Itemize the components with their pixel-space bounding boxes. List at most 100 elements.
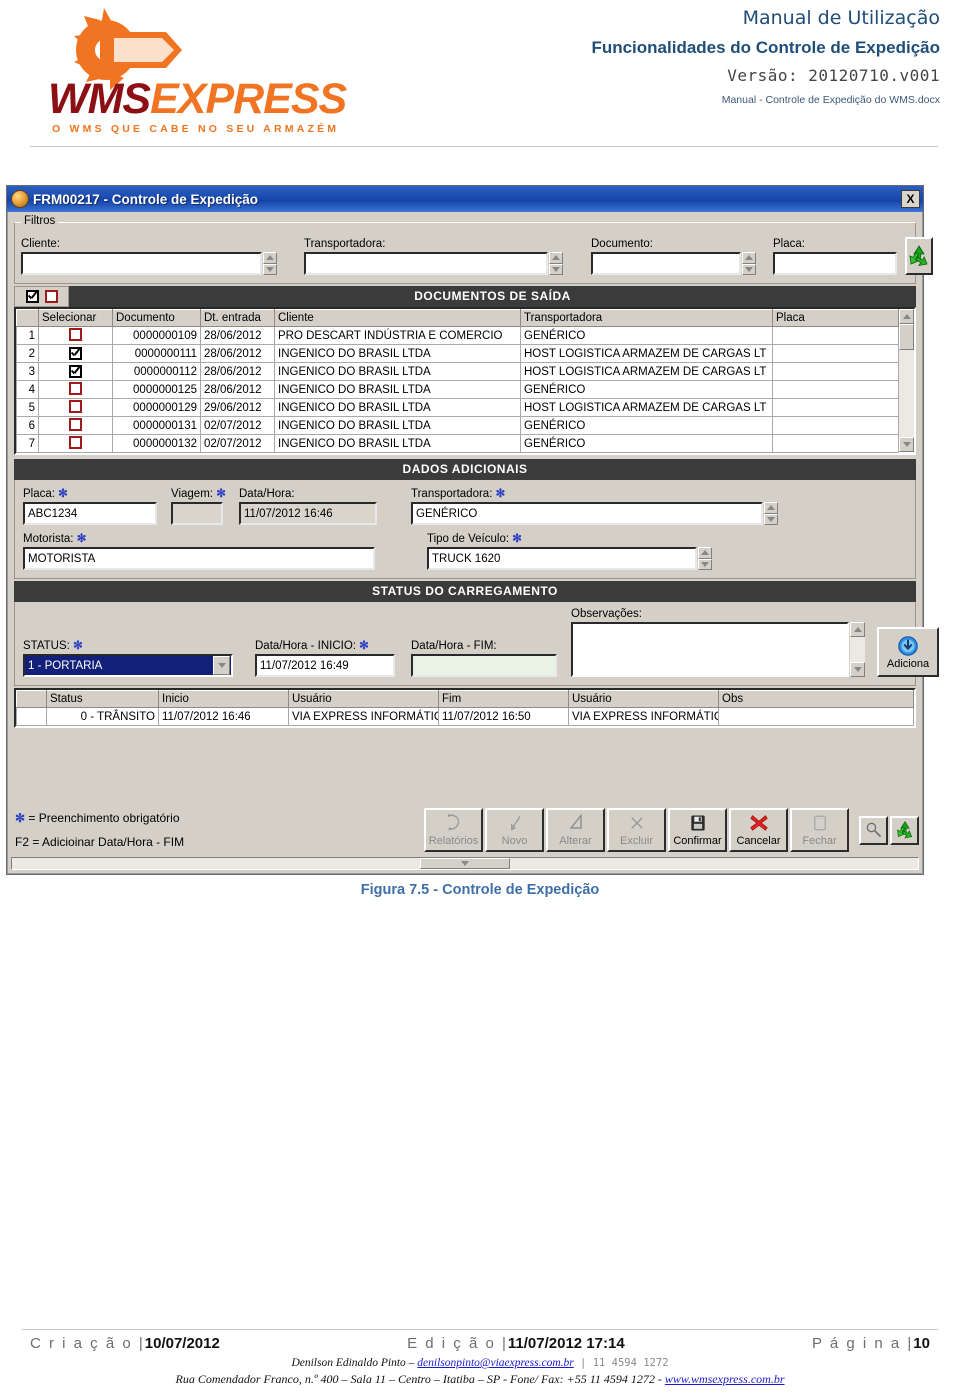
field-placa-input[interactable]: ABC1234 [23, 502, 157, 525]
field-tipo-veiculo-input[interactable]: TRUCK 1620 [427, 547, 697, 570]
row-select-checkbox[interactable] [69, 346, 82, 360]
cell-cliente: INGENICO DO BRASIL LTDA [274, 362, 521, 381]
filter-transportadora-spinner[interactable] [549, 252, 563, 275]
contact-email-link[interactable]: denilsonpinto@viaexpress.com.br [417, 1357, 573, 1369]
table-row[interactable]: 6 0000000131 02/07/2012 INGENICO DO BRASIL … [16, 416, 900, 435]
scroll-track[interactable] [850, 637, 865, 662]
filter-documento-spinner[interactable] [742, 252, 756, 275]
row-select-checkbox[interactable] [69, 364, 82, 378]
scroll-up-icon[interactable] [899, 309, 914, 324]
observacoes-vscrollbar[interactable] [850, 622, 865, 677]
scroll-down-icon[interactable] [899, 437, 914, 452]
download-arrow-icon [898, 635, 918, 656]
hscroll-thumb[interactable] [420, 858, 510, 869]
confirmar-button[interactable]: Confirmar [668, 808, 727, 852]
field-tipo-veiculo: Tipo de Veículo: ✻ TRUCK 1620 [427, 531, 717, 570]
col-rownum [16, 309, 39, 327]
scroll-up-icon[interactable] [850, 622, 865, 637]
field-transportadora-input[interactable]: GENÉRICO [411, 502, 763, 525]
excluir-button[interactable]: Excluir [607, 808, 666, 852]
toolbar-refresh-button[interactable] [890, 815, 919, 845]
table-row[interactable]: 0 - TRÂNSITO 11/07/2012 16:46 VIA EXPRESS … [16, 707, 914, 726]
row-select-checkbox[interactable] [69, 417, 82, 431]
magnifier-icon [866, 822, 881, 838]
scroll-track[interactable] [899, 324, 914, 437]
row-select-cell[interactable] [38, 416, 113, 435]
close-icon[interactable]: X [901, 190, 920, 208]
edicao-label: E d i ç ã o | [407, 1335, 508, 1352]
table-row[interactable]: 1 0000000109 28/06/2012 PRO DESCART INDÚSTR… [16, 326, 900, 345]
cancelar-button[interactable]: Cancelar [729, 808, 788, 852]
scroll-thumb[interactable] [899, 324, 914, 350]
filter-documento-input[interactable] [591, 252, 741, 275]
field-viagem-input[interactable] [171, 502, 223, 525]
cell-placa [771, 434, 900, 453]
field-tipo-veiculo-spinner[interactable] [698, 547, 712, 570]
col-dt-entrada[interactable]: Dt. entrada [200, 309, 275, 327]
document-footer: C r i a ç ã o |10/07/2012 E d i ç ã o |1… [0, 1329, 960, 1387]
field-status-combobox[interactable]: 1 - PORTARIA [23, 654, 233, 677]
window-hscrollbar[interactable] [11, 857, 919, 870]
table-row[interactable]: 5 0000000129 29/06/2012 INGENICO DO BRASIL … [16, 398, 900, 417]
adiciona-button[interactable]: Adiciona [877, 627, 939, 677]
hcol-status[interactable]: Status [46, 690, 159, 708]
hcol-fim[interactable]: Fim [438, 690, 569, 708]
row-marker [16, 707, 47, 726]
col-cliente[interactable]: Cliente [274, 309, 521, 327]
row-select-cell[interactable] [38, 434, 113, 453]
hcol-obs[interactable]: Obs [718, 690, 914, 708]
col-selecionar[interactable]: Selecionar [38, 309, 113, 327]
filter-cliente-input[interactable] [21, 252, 262, 275]
row-select-cell[interactable] [38, 362, 113, 381]
alterar-button[interactable]: Alterar [546, 808, 605, 852]
field-fim-input[interactable] [411, 654, 557, 677]
placa-text: Placa: [23, 488, 55, 500]
row-select-cell[interactable] [38, 380, 113, 399]
table-row[interactable]: 7 0000000132 02/07/2012 INGENICO DO BRASIL … [16, 434, 900, 453]
cell-cliente: INGENICO DO BRASIL LTDA [274, 416, 521, 435]
table-row[interactable]: 2 0000000111 28/06/2012 INGENICO DO BRASIL … [16, 344, 900, 363]
form-hints: ✻ = Preenchimento obrigatório F2 = Adici… [11, 806, 424, 854]
row-select-cell[interactable] [38, 326, 113, 345]
row-select-checkbox[interactable] [69, 327, 82, 341]
hcol-usuario2[interactable]: Usuário [568, 690, 719, 708]
hcol-inicio[interactable]: Inicio [158, 690, 289, 708]
col-documento[interactable]: Documento [112, 309, 201, 327]
filter-cliente-spinner[interactable] [263, 252, 277, 275]
field-inicio-input[interactable]: 11/07/2012 16:49 [255, 654, 395, 677]
row-select-cell[interactable] [38, 344, 113, 363]
row-select-checkbox[interactable] [69, 435, 82, 449]
filter-placa-input[interactable] [773, 252, 897, 275]
hcol-usuario1[interactable]: Usuário [288, 690, 439, 708]
select-all-checkbox[interactable] [25, 290, 39, 303]
chevron-down-icon[interactable] [213, 656, 230, 675]
row-select-cell[interactable] [38, 398, 113, 417]
documentos-vscrollbar[interactable] [899, 309, 914, 452]
search-button[interactable] [859, 815, 888, 845]
clear-all-checkbox[interactable] [44, 290, 58, 303]
status-history-table: Status Inicio Usuário Fim Usuário Obs 0 … [16, 690, 914, 726]
field-observacoes-textarea[interactable] [571, 622, 849, 677]
field-motorista-input[interactable]: MOTORISTA [23, 547, 375, 570]
table-row[interactable]: 3 0000000112 28/06/2012 INGENICO DO BRASIL … [16, 362, 900, 381]
field-transportadora-spinner[interactable] [764, 502, 778, 525]
col-placa[interactable]: Placa [771, 309, 900, 327]
status-row: STATUS: ✻ 1 - PORTARIA Data/Hora - INICI… [23, 608, 939, 677]
app-window: FRM00217 - Controle de Expedição X Filtr… [6, 185, 939, 875]
fechar-button[interactable]: Fechar [790, 808, 849, 852]
window-titlebar[interactable]: FRM00217 - Controle de Expedição X [7, 186, 923, 212]
filters-refresh-button[interactable] [905, 237, 933, 275]
filter-transportadora-input[interactable] [304, 252, 548, 275]
table-row[interactable]: 4 0000000125 28/06/2012 INGENICO DO BRASIL … [16, 380, 900, 399]
novo-button[interactable]: Novo [485, 808, 544, 852]
inicio-text: Data/Hora - INICIO: [255, 640, 356, 652]
relatorios-button[interactable]: Relatórios [424, 808, 483, 852]
row-select-checkbox[interactable] [69, 399, 82, 413]
footer-meta-row: C r i a ç ã o |10/07/2012 E d i ç ã o |1… [0, 1335, 960, 1352]
window-bottom-toolbar: ✻ = Preenchimento obrigatório F2 = Adici… [11, 806, 919, 870]
field-datahora-label: Data/Hora: [239, 488, 295, 500]
row-select-checkbox[interactable] [69, 381, 82, 395]
scroll-down-icon[interactable] [850, 662, 865, 677]
col-transportadora[interactable]: Transportadora [520, 309, 773, 327]
website-link[interactable]: www.wmsexpress.com.br [665, 1372, 785, 1386]
